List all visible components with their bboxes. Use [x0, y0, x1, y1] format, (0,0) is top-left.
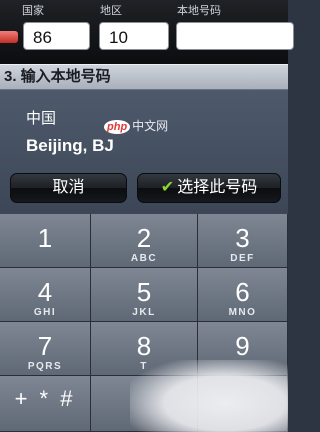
cancel-button[interactable]: 取消 — [10, 173, 127, 203]
select-number-button[interactable]: ✔ 选择此号码 — [137, 173, 281, 203]
watermark: php 中文网 — [104, 117, 168, 134]
key-3[interactable]: 3 DEF — [198, 214, 288, 268]
country-name: 中国 — [26, 110, 57, 127]
area-code-field[interactable]: 10 — [99, 22, 169, 50]
php-logo: php — [104, 120, 131, 134]
key-2[interactable]: 2 ABC — [91, 214, 198, 268]
watermark-text: 中文网 — [132, 119, 169, 133]
key-digit: 9 — [235, 331, 250, 361]
key-5[interactable]: 5 JKL — [91, 268, 198, 322]
key-letters: PQRS — [27, 361, 63, 372]
location-panel: 中国 Beijing, BJ 取消 ✔ 选择此号码 — [0, 90, 288, 214]
key-digit: 6 — [235, 277, 250, 307]
key-letters: JKL — [132, 307, 156, 318]
section-header: 3. 输入本地号码 — [0, 64, 288, 90]
key-star-plus-hash[interactable]: + * # — [0, 376, 91, 432]
key-letters: MNO — [228, 307, 257, 318]
select-number-label: 选择此号码 — [177, 179, 258, 196]
blur-overlay — [130, 360, 288, 432]
key-7[interactable]: 7 PQRS — [0, 322, 91, 376]
key-symbols: + * # — [14, 386, 76, 411]
local-number-field[interactable] — [176, 22, 294, 50]
key-digit: 3 — [235, 223, 250, 253]
delete-tab[interactable] — [0, 31, 18, 43]
city-name: Beijing, BJ — [26, 136, 114, 155]
country-code-label: 国家 — [22, 5, 44, 17]
local-number-label: 本地号码 — [177, 5, 221, 17]
area-code-label: 地区 — [100, 5, 122, 17]
key-digit: 2 — [136, 223, 152, 253]
key-4[interactable]: 4 GHI — [0, 268, 91, 322]
key-digit: 1 — [37, 223, 53, 253]
key-digit: 4 — [37, 277, 53, 307]
key-letters: GHI — [33, 307, 57, 318]
key-digit: 8 — [136, 331, 152, 361]
key-digit: 5 — [136, 277, 152, 307]
key-letters: DEF — [230, 253, 255, 264]
key-digit: 7 — [37, 331, 53, 361]
key-6[interactable]: 6 MNO — [198, 268, 288, 322]
key-letters: ABC — [130, 253, 158, 264]
country-code-field[interactable]: 86 — [23, 22, 90, 50]
phone-fields-bar: 国家 地区 本地号码 86 10 — [0, 0, 294, 64]
checkmark-icon: ✔ — [160, 179, 175, 196]
key-1[interactable]: 1 — [0, 214, 91, 268]
